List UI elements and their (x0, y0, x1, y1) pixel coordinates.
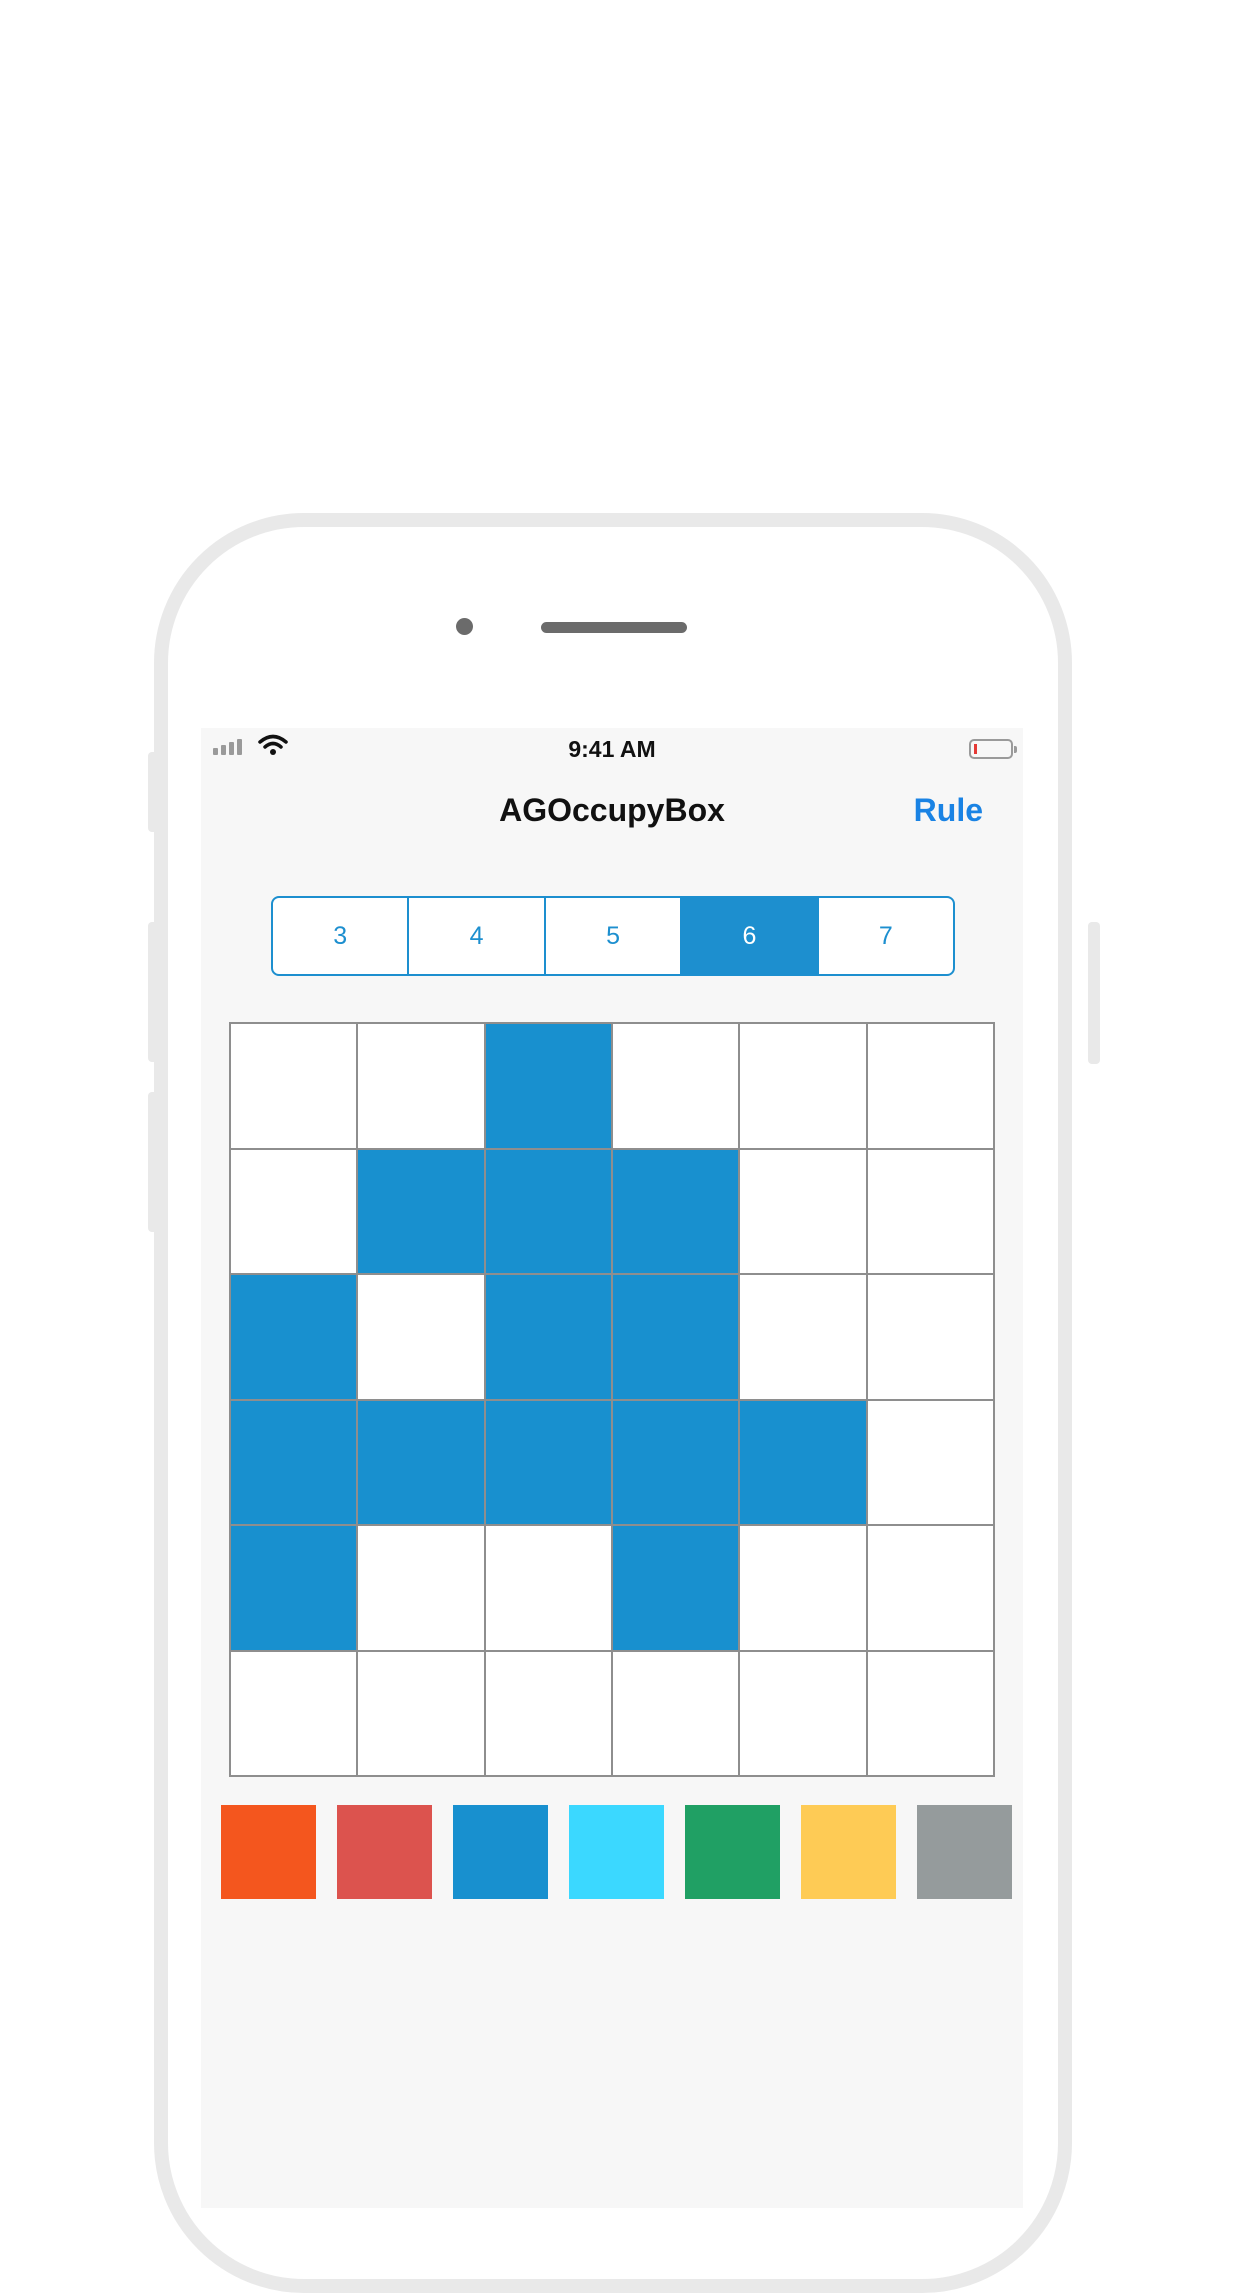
segment-5[interactable]: 5 (546, 898, 683, 974)
game-board (229, 1022, 995, 1777)
nav-title: AGOccupyBox (499, 792, 725, 828)
segment-7[interactable]: 7 (819, 898, 953, 974)
board-cell[interactable] (357, 1650, 485, 1776)
volume-up-button (148, 922, 160, 1062)
power-button (1088, 922, 1100, 1064)
status-bar: 9:41 AM (201, 728, 1023, 772)
app-screen: 9:41 AM AGOccupyBox Rule 34567 (201, 728, 1023, 2208)
color-swatch[interactable] (801, 1805, 896, 1899)
board-cell[interactable] (230, 1525, 358, 1651)
segment-3[interactable]: 3 (273, 898, 410, 974)
segment-6[interactable]: 6 (682, 898, 819, 974)
board-cell[interactable] (866, 1023, 994, 1149)
board-cell[interactable] (230, 1399, 358, 1525)
board-size-segmented-control: 34567 (271, 896, 955, 976)
board-cell[interactable] (739, 1274, 867, 1400)
board-cell[interactable] (484, 1399, 612, 1525)
battery-icon (969, 739, 1017, 759)
board-cell[interactable] (739, 1525, 867, 1651)
board-cell[interactable] (612, 1650, 740, 1776)
board-cell[interactable] (357, 1148, 485, 1274)
board-cell[interactable] (866, 1650, 994, 1776)
color-swatch[interactable] (453, 1805, 548, 1899)
color-palette (221, 1805, 1012, 1899)
rule-button[interactable]: Rule (914, 792, 983, 829)
board-cell[interactable] (357, 1023, 485, 1149)
volume-down-button (148, 1092, 160, 1232)
board-cell[interactable] (612, 1023, 740, 1149)
color-swatch[interactable] (337, 1805, 432, 1899)
board-cell[interactable] (612, 1274, 740, 1400)
board-cell[interactable] (484, 1525, 612, 1651)
board-cell[interactable] (866, 1399, 994, 1525)
board-cell[interactable] (739, 1650, 867, 1776)
board-cell[interactable] (866, 1148, 994, 1274)
board-cell[interactable] (866, 1525, 994, 1651)
board-cell[interactable] (612, 1525, 740, 1651)
board-cell[interactable] (357, 1399, 485, 1525)
board-cell[interactable] (484, 1148, 612, 1274)
status-time: 9:41 AM (568, 736, 656, 762)
segment-4[interactable]: 4 (409, 898, 546, 974)
color-swatch[interactable] (917, 1805, 1012, 1899)
board-cell[interactable] (739, 1399, 867, 1525)
board-cell[interactable] (230, 1274, 358, 1400)
board-cell[interactable] (357, 1274, 485, 1400)
color-swatch[interactable] (685, 1805, 780, 1899)
board-cell[interactable] (357, 1525, 485, 1651)
board-cell[interactable] (230, 1148, 358, 1274)
board-cell[interactable] (484, 1023, 612, 1149)
board-cell[interactable] (484, 1650, 612, 1776)
board-cell[interactable] (484, 1274, 612, 1400)
front-camera (456, 618, 473, 635)
board-cell[interactable] (612, 1399, 740, 1525)
board-cell[interactable] (230, 1023, 358, 1149)
board-cell[interactable] (612, 1148, 740, 1274)
board-cell[interactable] (739, 1148, 867, 1274)
board-cell[interactable] (230, 1650, 358, 1776)
board-cell[interactable] (739, 1023, 867, 1149)
earpiece-speaker (541, 622, 687, 633)
color-swatch[interactable] (221, 1805, 316, 1899)
mute-switch (148, 752, 160, 832)
color-swatch[interactable] (569, 1805, 664, 1899)
board-cell[interactable] (866, 1274, 994, 1400)
